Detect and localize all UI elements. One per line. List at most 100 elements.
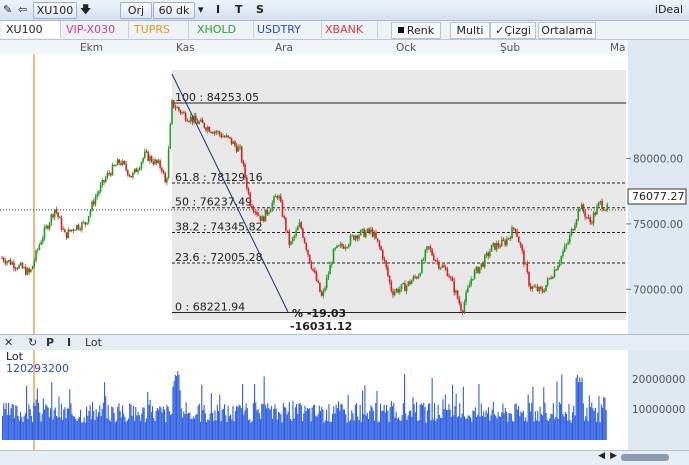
candle-body — [393, 291, 396, 296]
volume-bar — [527, 394, 529, 440]
volume-bar — [59, 417, 61, 440]
candle-body — [363, 228, 365, 237]
candle-body — [426, 246, 428, 251]
back-icon[interactable]: ⇦ — [18, 2, 27, 17]
volume-bar — [425, 422, 427, 440]
volume-bar — [230, 414, 232, 440]
candle-body — [57, 212, 59, 218]
candle-body — [453, 280, 455, 293]
volume-bar — [455, 393, 457, 440]
volume-bar — [294, 407, 296, 440]
volume-bar — [344, 409, 346, 440]
candle-body — [45, 225, 47, 228]
period-box[interactable]: 60 dk — [153, 2, 195, 19]
volume-chart[interactable]: Lot 120293200 20000000 10000000 — [0, 350, 689, 450]
toolbar-button-s[interactable]: S — [256, 2, 264, 17]
volume-bar — [274, 404, 276, 440]
arrow-down-icon[interactable]: 🡇 — [80, 2, 91, 17]
candle-body — [220, 134, 223, 138]
dropdown-arrow-icon[interactable]: ▾ — [198, 2, 204, 17]
volume-bar — [384, 412, 386, 440]
volume-button-p[interactable]: P — [46, 335, 54, 350]
volume-bar — [183, 411, 185, 440]
volume-bar — [500, 416, 502, 440]
volume-bar — [224, 404, 226, 440]
zoom-slider[interactable] — [621, 454, 669, 461]
volume-bar — [530, 411, 532, 440]
volume-bar — [192, 416, 194, 440]
multi-toggle[interactable]: Multi — [450, 22, 490, 39]
candle-body — [524, 263, 527, 265]
volume-bar — [65, 417, 67, 440]
candle-body — [597, 202, 600, 207]
volume-button-i[interactable]: I — [67, 335, 71, 350]
volume-bar — [130, 404, 132, 440]
toolbar-button-t[interactable]: T — [235, 2, 243, 17]
scroll-left-icon[interactable]: ◀ — [598, 451, 605, 461]
volume-bar — [34, 406, 36, 440]
volume-bar — [582, 403, 584, 440]
candle-body — [346, 247, 348, 249]
volume-bar — [255, 402, 257, 440]
candle-body — [42, 237, 44, 243]
tab-vip-x030[interactable]: VIP-X030 — [62, 21, 129, 38]
volume-bar — [11, 404, 13, 440]
refresh-icon[interactable]: ↻ — [28, 335, 37, 350]
candle-body — [341, 244, 343, 247]
close-icon[interactable]: ✕ — [4, 335, 13, 350]
volume-bar — [66, 408, 68, 440]
menu-icon[interactable]: ✎ — [3, 2, 12, 17]
volume-bar — [212, 412, 214, 440]
color-toggle[interactable]: Renk — [391, 22, 441, 39]
volume-bar — [77, 418, 79, 440]
volume-bar — [362, 390, 364, 440]
price-chart[interactable]: 100 : 84253.05 61.8 : 78129.16 50 : 76237.… — [0, 40, 689, 335]
volume-button-lot[interactable]: Lot — [85, 335, 102, 350]
volume-bar — [50, 408, 52, 440]
toolbar-button-i[interactable]: I — [216, 2, 220, 17]
volume-bar — [293, 418, 295, 440]
volume-bar — [366, 412, 368, 440]
symbol-box[interactable]: XU100 — [33, 2, 77, 19]
candle-body — [552, 277, 554, 279]
candle-body — [223, 136, 226, 138]
line-toggle[interactable]: ✓Çizgi — [490, 22, 536, 39]
candle-body — [492, 242, 495, 245]
volume-bar — [141, 413, 143, 440]
trend-points-label: -16031.12 — [290, 320, 352, 333]
candle-body — [140, 162, 143, 169]
candle-body — [132, 173, 134, 178]
tab-tuprs[interactable]: TUPRS — [130, 21, 189, 38]
volume-bar — [360, 421, 362, 440]
average-toggle[interactable]: Ortalama — [538, 22, 596, 39]
volume-bar — [378, 421, 380, 440]
tab-xu100[interactable]: XU100 — [2, 21, 61, 38]
candle-body — [521, 245, 523, 251]
volume-bar — [82, 422, 84, 440]
tab-usdtry[interactable]: USDTRY — [253, 21, 322, 38]
tab-label: USDTRY — [257, 23, 301, 36]
volume-bar — [321, 406, 323, 440]
volume-bar — [236, 406, 238, 440]
scroll-right-icon[interactable]: ▶ — [610, 451, 617, 461]
tab-xhold[interactable]: XHOLD — [193, 21, 254, 38]
candle-body — [546, 278, 549, 285]
candle-body — [237, 147, 240, 152]
volume-bar — [54, 407, 56, 440]
volume-bar — [298, 403, 300, 440]
volume-bar — [116, 420, 118, 440]
volume-bar — [42, 398, 44, 440]
volume-bar — [286, 414, 288, 440]
volume-bar — [329, 421, 331, 440]
volume-bar — [502, 403, 504, 440]
tab-xbank[interactable]: XBANK — [321, 21, 378, 38]
volume-bar — [575, 377, 577, 440]
candle-body — [490, 244, 493, 252]
volume-bar — [29, 409, 31, 440]
mode-box[interactable]: Orj — [120, 2, 152, 19]
volume-bar — [394, 417, 396, 440]
volume-bar — [251, 420, 253, 440]
candle-body — [475, 266, 478, 271]
volume-bar — [112, 407, 114, 440]
time-scrollbar[interactable]: ◀ ▶ — [0, 450, 689, 465]
